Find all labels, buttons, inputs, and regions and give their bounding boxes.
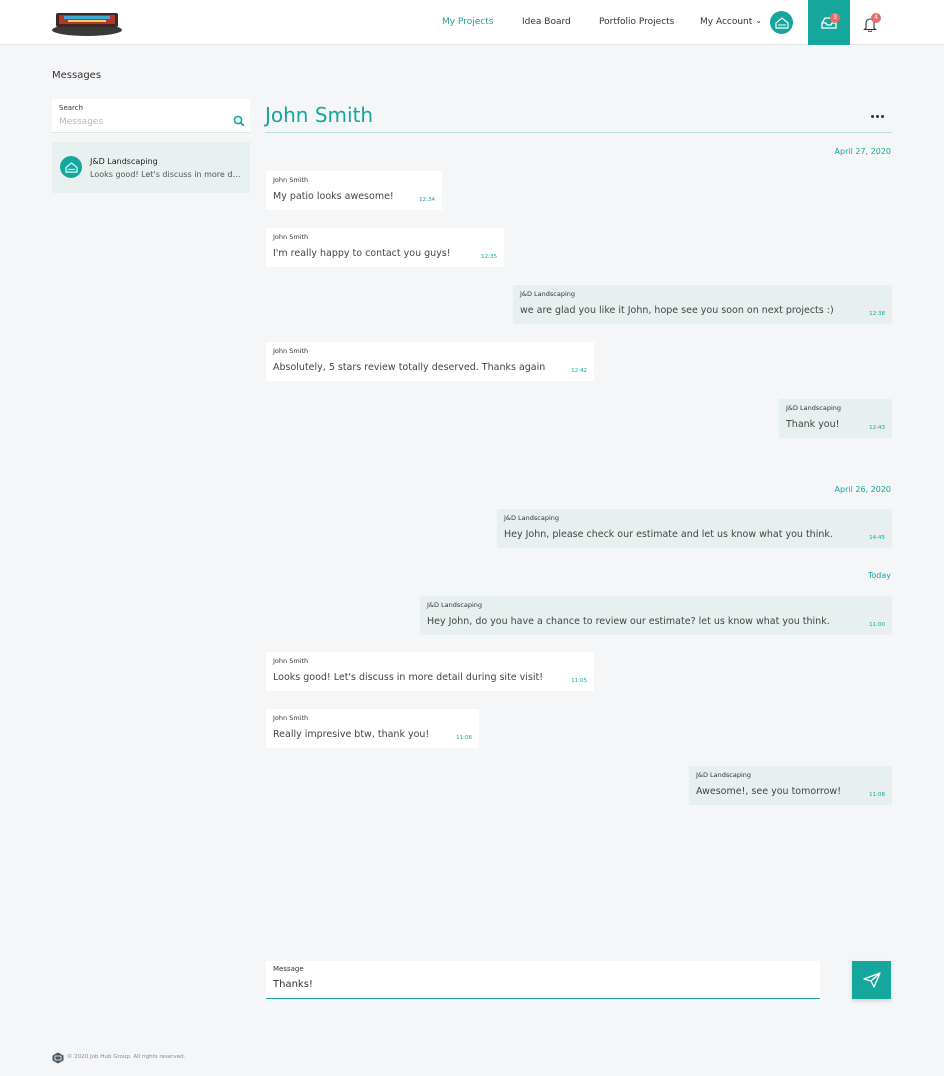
message-sender: John Smith [273,347,309,355]
notifications-badge: 4 [871,13,881,23]
nav-my-projects[interactable]: My Projects [442,17,493,27]
search-icon[interactable] [233,115,245,127]
message-text: Awesome!, see you tomorrow! [696,786,842,797]
message-time: 12:42 [571,368,587,374]
message-label: Message [273,965,304,973]
account-avatar[interactable] [770,11,793,34]
message-text: I'm really happy to contact you guys! [273,248,451,259]
house-icon [774,16,789,29]
message-text: Thank you! [786,419,840,430]
message-time: 12:38 [869,311,885,317]
message-sender: John Smith [273,176,309,184]
notifications-button[interactable]: 4 [858,12,882,36]
message-input[interactable] [273,979,803,990]
date-separator: Today [867,571,891,580]
message-text: Looks good! Let's discuss in more detail… [273,672,544,683]
message-bubble: John Smith Absolutely, 5 stars review to… [266,342,594,381]
search-label: Search [59,104,84,112]
message-time: 11:00 [869,622,885,628]
message-time: 12:43 [869,425,885,431]
message-text: we are glad you like it John, hope see y… [520,305,834,316]
message-sender: J&D Landscaping [786,404,842,412]
message-sender: John Smith [273,714,309,722]
message-bubble: J&D Landscaping Awesome!, see you tomorr… [689,766,892,805]
inbox-button[interactable]: 3 [808,0,850,45]
search-input[interactable] [59,117,219,127]
send-icon [862,972,881,988]
message-bubble: John Smith Really impresive btw, thank y… [266,709,479,748]
footer-copyright: © 2020 Job Hub Group. All rights reserve… [67,1054,186,1060]
inbox-badge: 3 [830,13,840,23]
message-time: 12:34 [419,197,435,203]
message-bubble: J&D Landscaping Hey John, please check o… [497,509,892,548]
search-box: Search [52,99,250,133]
message-text: Hey John, please check our estimate and … [504,529,833,540]
message-text: Hey John, do you have a chance to review… [427,616,830,627]
more-options-button[interactable] [866,108,888,124]
chat-title: John Smith [265,103,374,127]
conversation-item[interactable]: J&D Landscaping Looks good! Let's discus… [52,142,250,193]
nav-portfolio-projects[interactable]: Portfolio Projects [599,17,674,27]
nav-my-account[interactable]: My Account ⌄ [700,16,762,27]
nav-my-account-label: My Account [700,17,753,27]
message-time: 11:05 [571,678,587,684]
top-navbar: My Projects Idea Board Portfolio Project… [0,0,944,45]
footer-logo-icon [52,1052,64,1064]
dot-icon [870,114,874,118]
message-bubble: J&D Landscaping we are glad you like it … [513,285,892,324]
message-bubble: John Smith I'm really happy to contact y… [266,228,504,267]
sidebar-title: Messages [52,70,102,81]
message-bubble: J&D Landscaping Hey John, do you have a … [420,596,892,635]
message-text: My patio looks awesome! [273,191,394,202]
dot-icon [880,114,884,118]
message-bubble: John Smith Looks good! Let's discuss in … [266,652,594,691]
message-sender: J&D Landscaping [427,601,483,609]
message-time: 11:08 [869,792,885,798]
message-sender: John Smith [273,657,309,665]
message-time: 12:35 [481,254,497,260]
send-button[interactable] [852,961,891,999]
chat-divider [265,132,892,133]
message-text: Really impresive btw, thank you! [273,729,430,740]
message-time: 11:06 [456,735,472,741]
message-time: 14:45 [869,535,885,541]
company-logo[interactable] [52,9,122,36]
conversation-preview: Looks good! Let's discuss in more detail… [90,170,242,179]
house-icon [64,161,78,173]
message-text: Absolutely, 5 stars review totally deser… [273,362,546,373]
message-sender: J&D Landscaping [504,514,560,522]
conversation-name: J&D Landscaping [90,157,158,166]
message-sender: John Smith [273,233,309,241]
date-separator: April 26, 2020 [834,485,891,494]
message-bubble: John Smith My patio looks awesome! 12:34 [266,171,442,210]
conversation-avatar [60,156,82,178]
message-sender: J&D Landscaping [696,771,752,779]
nav-idea-board[interactable]: Idea Board [522,17,571,27]
date-separator: April 27, 2020 [834,147,891,156]
message-bubble: J&D Landscaping Thank you! 12:43 [779,399,892,438]
message-compose: Message [266,961,820,999]
chevron-down-icon: ⌄ [755,16,762,25]
dot-icon [875,114,879,118]
message-sender: J&D Landscaping [520,290,576,298]
